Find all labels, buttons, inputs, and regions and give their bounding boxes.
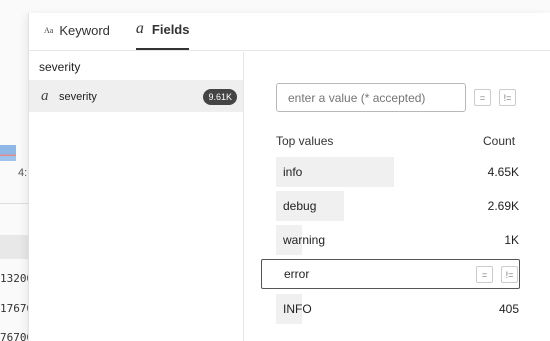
field-item-severity[interactable]: a severity 9.61K xyxy=(29,81,243,112)
value-count: 405 xyxy=(498,302,519,316)
field-search-input[interactable]: severity xyxy=(29,52,243,81)
tab-fields[interactable]: a Fields xyxy=(135,12,190,50)
value-label: INFO xyxy=(283,302,312,316)
tab-label: Keyword xyxy=(59,22,110,38)
value-count: 4.65K xyxy=(487,165,519,179)
value-row[interactable]: info 4.65K xyxy=(276,157,519,187)
field-type-icon: a xyxy=(41,88,49,104)
equals-button[interactable]: = xyxy=(474,89,491,106)
top-values-header: Top values xyxy=(276,134,334,148)
field-values-pane: = != Top values Count info 4.65K debug 2… xyxy=(245,52,550,341)
value-label: info xyxy=(283,165,303,179)
tab-label: Fields xyxy=(151,21,190,37)
fields-list-pane: severity a severity 9.61K xyxy=(29,52,244,341)
background-chart-strip xyxy=(0,145,16,161)
value-row[interactable]: debug 2.69K xyxy=(276,191,519,221)
value-label: error xyxy=(284,267,310,281)
background-divider xyxy=(0,203,28,204)
value-count: 2.69K xyxy=(487,199,519,213)
value-row[interactable]: INFO 405 xyxy=(276,294,519,324)
field-count-badge: 9.61K xyxy=(203,88,237,105)
background-header-band xyxy=(0,235,28,259)
not-equals-button[interactable]: != xyxy=(501,266,518,283)
equals-button[interactable]: = xyxy=(476,266,493,283)
not-equals-button[interactable]: != xyxy=(499,89,516,106)
value-label: warning xyxy=(283,233,326,247)
count-header: Count xyxy=(483,134,516,148)
value-row[interactable]: warning 1K xyxy=(276,225,519,255)
field-name: severity xyxy=(59,90,97,103)
background-axis-tick: 4: xyxy=(18,167,28,179)
value-count: 1K xyxy=(504,233,519,247)
popover-tabs: Aa Keyword a Fields xyxy=(29,13,550,51)
value-label: debug xyxy=(283,199,317,213)
keyword-icon: Aa xyxy=(44,25,54,35)
field-values-popover: Aa Keyword a Fields severity a severity … xyxy=(28,13,550,341)
value-row-selected[interactable]: error = != xyxy=(261,259,520,289)
fields-icon: a xyxy=(135,20,144,37)
value-filter-input[interactable] xyxy=(276,83,466,112)
tab-keyword[interactable]: Aa Keyword xyxy=(44,12,110,50)
